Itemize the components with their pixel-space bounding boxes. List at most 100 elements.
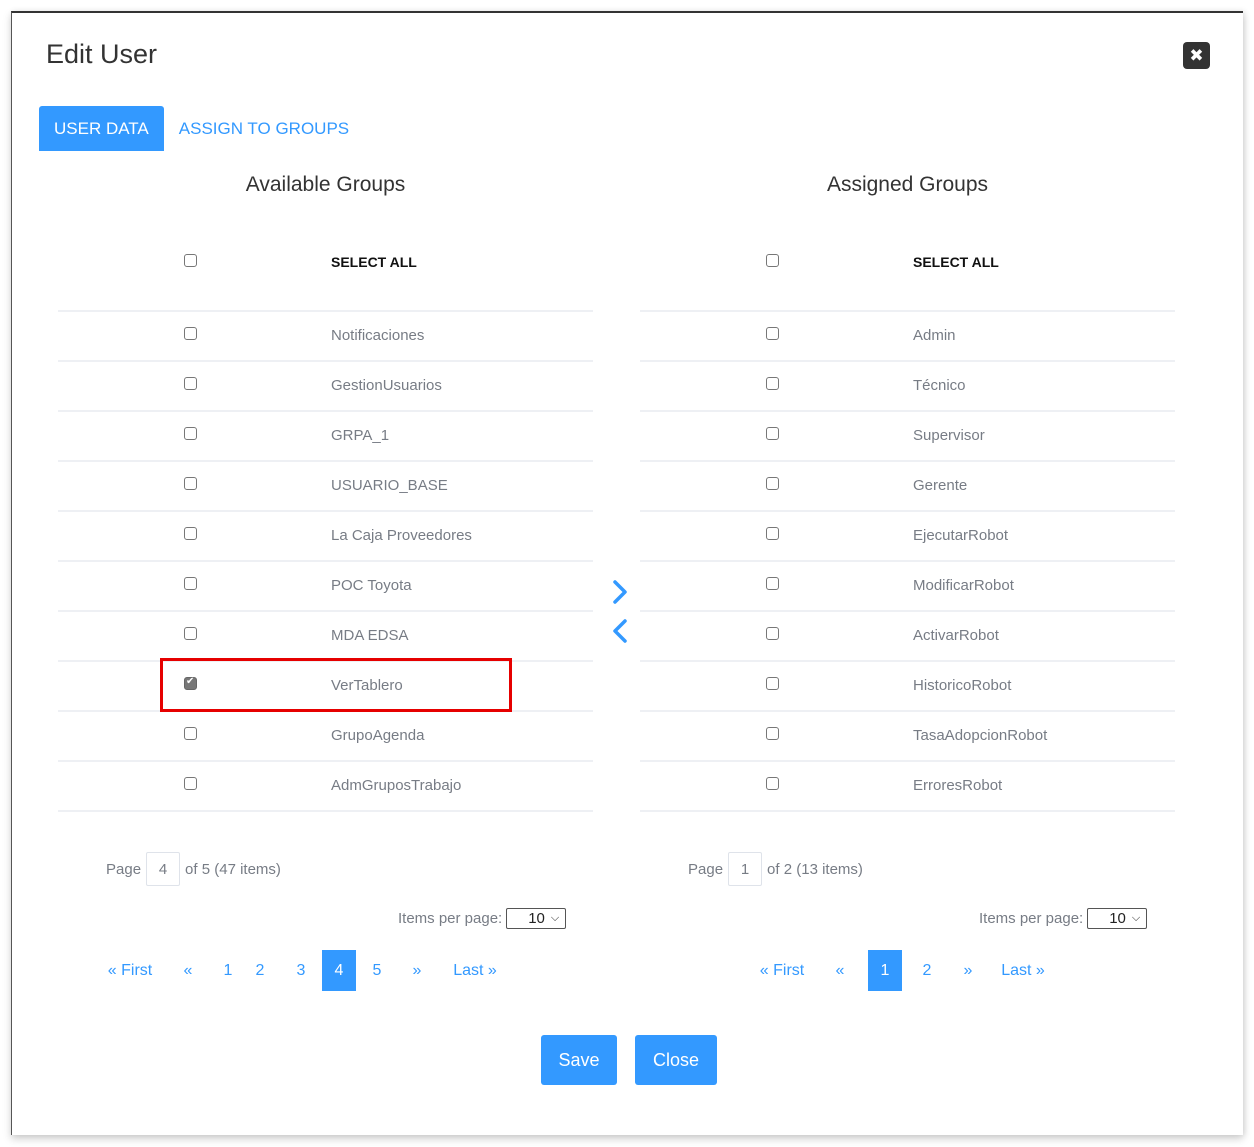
assigned-group-checkbox[interactable] xyxy=(766,677,779,690)
available-page-input[interactable]: 4 xyxy=(146,852,181,886)
available-group-checkbox[interactable] xyxy=(184,477,197,490)
available-group-row: MDA EDSA xyxy=(58,612,593,662)
available-group-label: AdmGruposTrabajo xyxy=(331,777,462,794)
chevron-left-icon xyxy=(613,619,627,643)
available-select-all-label: SELECT ALL xyxy=(331,254,417,270)
available-group-checkbox[interactable] xyxy=(184,727,197,740)
chevron-down-icon: ⌵ xyxy=(1131,912,1141,924)
assigned-group-label: EjecutarRobot xyxy=(913,527,1009,544)
assigned-group-row: HistoricoRobot xyxy=(640,662,1175,712)
assigned-group-checkbox[interactable] xyxy=(766,527,779,540)
assigned-page-link[interactable]: « First xyxy=(752,950,812,991)
available-page-info: Page 4 of 5 (47 items) xyxy=(106,852,281,886)
assigned-items-per-page-label: Items per page: xyxy=(979,910,1084,927)
available-groups-title: Available Groups xyxy=(245,173,406,196)
available-page-link[interactable]: » xyxy=(398,950,436,991)
available-group-label: VerTablero xyxy=(331,677,403,694)
assigned-page-link[interactable]: 2 xyxy=(902,950,952,991)
available-group-row: Notificaciones xyxy=(58,312,593,362)
available-select-all-checkbox[interactable] xyxy=(184,254,197,267)
assigned-page-input[interactable]: 1 xyxy=(728,852,763,886)
assigned-group-checkbox[interactable] xyxy=(766,727,779,740)
available-page-link[interactable]: « xyxy=(160,950,216,991)
available-items-per-page-select[interactable]: 10 ⌵ xyxy=(506,908,567,929)
available-group-row: GRPA_1 xyxy=(58,412,593,462)
available-group-label: GRPA_1 xyxy=(331,427,390,444)
assigned-group-label: ModificarRobot xyxy=(913,577,1014,594)
available-group-checkbox[interactable] xyxy=(184,427,197,440)
assigned-page-summary: of 2 (13 items) xyxy=(767,860,863,878)
close-button[interactable]: Close xyxy=(635,1035,717,1085)
available-items-per-page-value: 10 xyxy=(528,910,545,927)
assigned-items-per-page-value: 10 xyxy=(1109,910,1126,927)
available-page-label: Page xyxy=(106,860,142,878)
save-button[interactable]: Save xyxy=(541,1035,617,1085)
assigned-group-row: ModificarRobot xyxy=(640,562,1175,612)
assigned-items-per-page: Items per page: 10 ⌵ xyxy=(979,908,1148,929)
available-page-link[interactable]: 2 xyxy=(240,950,280,991)
available-group-checkbox[interactable] xyxy=(184,327,197,340)
available-group-label: USUARIO_BASE xyxy=(331,477,448,494)
assigned-group-checkbox[interactable] xyxy=(766,777,779,790)
available-page-link[interactable]: 1 xyxy=(216,950,240,991)
available-page-link[interactable]: « First xyxy=(100,950,160,991)
available-group-checkbox[interactable] xyxy=(184,377,197,390)
assigned-group-row: Gerente xyxy=(640,462,1175,512)
assigned-page-link[interactable]: » xyxy=(952,950,984,991)
assigned-group-checkbox[interactable] xyxy=(766,627,779,640)
assigned-group-row: ErroresRobot xyxy=(640,762,1175,812)
available-group-row: USUARIO_BASE xyxy=(58,462,593,512)
assigned-group-label: HistoricoRobot xyxy=(913,677,1012,694)
assigned-group-row: Técnico xyxy=(640,362,1175,412)
assigned-select-all-label: SELECT ALL xyxy=(913,254,999,270)
assigned-group-row: TasaAdopcionRobot xyxy=(640,712,1175,762)
available-pagination: « First «1 2 3 4 5» Last » xyxy=(100,950,514,991)
assigned-group-row: EjecutarRobot xyxy=(640,512,1175,562)
assigned-group-label: Admin xyxy=(913,327,956,344)
available-group-label: POC Toyota xyxy=(331,577,412,594)
assigned-groups-list: Admin Técnico Supervisor Gerente EjecutarRob… xyxy=(640,312,1175,812)
available-group-label: La Caja Proveedores xyxy=(331,527,472,544)
available-group-checkbox[interactable] xyxy=(184,577,197,590)
assigned-group-checkbox[interactable] xyxy=(766,477,779,490)
assigned-group-checkbox[interactable] xyxy=(766,327,779,340)
assigned-group-label: Gerente xyxy=(913,477,968,494)
assigned-group-row: ActivarRobot xyxy=(640,612,1175,662)
assigned-page-label: Page xyxy=(688,860,724,878)
close-dialog-button[interactable]: ✖ xyxy=(1183,42,1210,69)
assigned-group-label: ActivarRobot xyxy=(913,627,999,644)
available-group-checkbox[interactable] xyxy=(184,676,197,690)
chevron-down-icon: ⌵ xyxy=(550,912,560,924)
assigned-groups-title: Assigned Groups xyxy=(826,173,989,196)
assigned-page-link[interactable]: 1 xyxy=(868,950,902,991)
chevron-right-icon xyxy=(613,580,627,604)
available-group-row: POC Toyota xyxy=(58,562,593,612)
available-page-link[interactable]: 4 xyxy=(322,950,356,991)
assigned-group-checkbox[interactable] xyxy=(766,377,779,390)
assigned-pagination: « First «1 2» Last » xyxy=(752,950,1062,991)
assigned-items-per-page-select[interactable]: 10 ⌵ xyxy=(1087,908,1148,929)
assigned-select-all-checkbox[interactable] xyxy=(766,254,779,267)
available-page-link[interactable]: Last » xyxy=(436,950,514,991)
available-group-row: GestionUsuarios xyxy=(58,362,593,412)
available-group-checkbox[interactable] xyxy=(184,527,197,540)
assigned-group-label: Supervisor xyxy=(913,427,985,444)
available-items-per-page: Items per page: 10 ⌵ xyxy=(398,908,567,929)
assigned-page-link[interactable]: « xyxy=(812,950,868,991)
available-group-checkbox[interactable] xyxy=(184,627,197,640)
move-to-available-button[interactable] xyxy=(608,616,632,646)
assigned-page-link[interactable]: Last » xyxy=(984,950,1062,991)
available-group-row: AdmGruposTrabajo xyxy=(58,762,593,812)
assigned-group-label: ErroresRobot xyxy=(913,777,1003,794)
available-group-row: GrupoAgenda xyxy=(58,712,593,762)
assigned-group-checkbox[interactable] xyxy=(766,577,779,590)
assigned-group-row: Supervisor xyxy=(640,412,1175,462)
move-to-assigned-button[interactable] xyxy=(608,577,632,607)
assigned-group-checkbox[interactable] xyxy=(766,427,779,440)
available-group-checkbox[interactable] xyxy=(184,777,197,790)
tab-user-data[interactable]: USER DATA xyxy=(39,106,164,151)
available-page-link[interactable]: 5 xyxy=(356,950,398,991)
tab-assign-to-groups[interactable]: ASSIGN TO GROUPS xyxy=(164,106,364,151)
assigned-groups-panel: Assigned Groups SELECT ALL Admin Técnico S… xyxy=(640,170,1175,812)
available-page-link[interactable]: 3 xyxy=(280,950,322,991)
